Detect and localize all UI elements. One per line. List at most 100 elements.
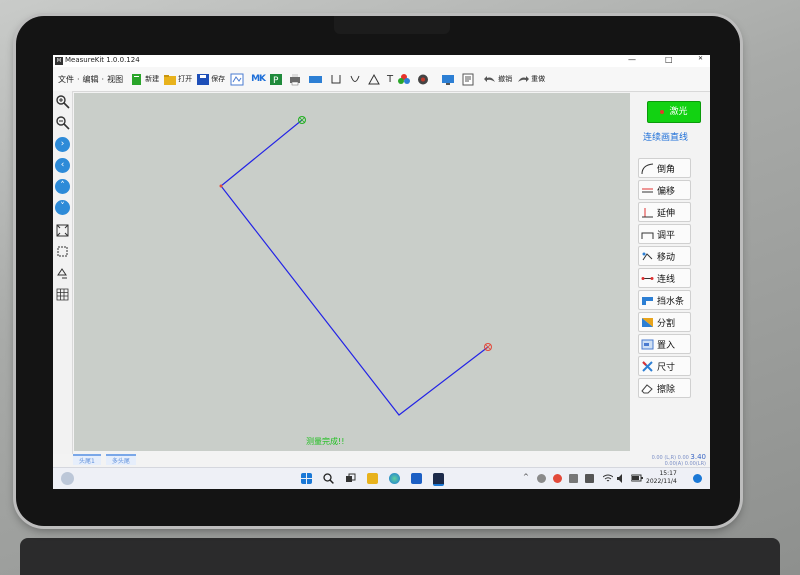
menu-view[interactable]: 视图	[104, 74, 126, 85]
clock-time: 15:17	[659, 470, 677, 477]
color-tool-button[interactable]	[398, 73, 412, 86]
screen-button[interactable]	[441, 73, 457, 86]
task-view-icon[interactable]	[345, 473, 356, 484]
notepad-icon	[462, 73, 474, 85]
text-tool-button[interactable]: T	[387, 74, 393, 85]
undo-arrow-icon	[484, 75, 496, 82]
camera-icon	[418, 74, 429, 84]
battery-icon[interactable]	[631, 474, 643, 482]
drawing-mode-label: 连续画直线	[643, 133, 689, 143]
start-point-marker	[298, 116, 306, 124]
tool-level-label: 调平	[657, 230, 676, 241]
maximize-button[interactable]: □	[665, 55, 673, 64]
tool-connect-label: 连线	[657, 274, 676, 285]
tool-extend-button[interactable]: 延伸	[638, 202, 691, 222]
tool-split-button[interactable]: 分割	[638, 312, 691, 332]
svg-file-icon	[230, 73, 244, 85]
undo-label: 撤销	[498, 75, 513, 83]
file-explorer-icon[interactable]	[367, 473, 378, 484]
zoom-out-button[interactable]	[55, 115, 70, 130]
arc-tool-button[interactable]	[349, 73, 363, 86]
volume-icon[interactable]	[617, 474, 627, 483]
tray-overflow-arrow[interactable]: ^	[523, 473, 529, 481]
tool-dimension-button[interactable]: 尺寸	[638, 356, 691, 376]
tray-app-icon[interactable]	[553, 474, 562, 483]
tool-level-button[interactable]: 调平	[638, 224, 691, 244]
os-taskbar: ^ 15:17 2022/11/4	[53, 467, 710, 489]
widgets-icon[interactable]	[61, 472, 74, 485]
window-title: MeasureKit 1.0.0.124	[65, 56, 140, 64]
chamfer-icon	[641, 163, 654, 174]
open-button[interactable]: 打开	[164, 73, 192, 86]
tool-chamfer-button[interactable]: 倒角	[638, 158, 691, 178]
triangle-icon	[368, 73, 380, 84]
store-icon[interactable]	[411, 473, 422, 484]
keyboard-icon[interactable]	[569, 474, 578, 483]
select-region-button[interactable]	[55, 244, 70, 259]
status-tab-head-tail[interactable]: 头尾1	[73, 454, 101, 465]
monitor-icon	[442, 74, 455, 85]
wifi-icon[interactable]	[603, 474, 613, 483]
menu-edit[interactable]: 编辑	[80, 74, 102, 85]
water-bar-icon	[642, 296, 653, 305]
print-button[interactable]	[289, 73, 303, 86]
save-button[interactable]: 保存	[197, 73, 225, 86]
pan-left-button[interactable]: ‹	[55, 158, 70, 173]
tool-water-bar-label: 挡水条	[657, 296, 685, 307]
project-button[interactable]: P	[270, 73, 284, 86]
notification-icon[interactable]	[693, 474, 702, 483]
start-button[interactable]	[301, 473, 312, 484]
tool-move-button[interactable]: 移动	[638, 246, 691, 266]
rectangle-icon	[309, 75, 323, 83]
printer-icon	[290, 73, 301, 85]
zoom-in-button[interactable]	[55, 94, 70, 109]
tool-insert-button[interactable]: 置入	[638, 334, 691, 354]
measurekit-taskbar-icon[interactable]	[433, 473, 444, 486]
edge-browser-icon[interactable]	[389, 473, 400, 484]
u-shape-icon	[331, 74, 341, 83]
zoom-in-icon	[56, 95, 70, 109]
fit-view-button[interactable]	[55, 223, 70, 238]
folder-icon	[164, 74, 177, 85]
notes-button[interactable]	[462, 73, 476, 86]
zoom-out-icon	[56, 116, 70, 130]
close-button[interactable]: ✕	[698, 55, 703, 62]
pan-down-button[interactable]: ˅	[55, 200, 70, 215]
grid-toggle-button[interactable]	[55, 287, 70, 302]
svg-export-button[interactable]	[230, 73, 246, 86]
laser-dot-icon	[660, 109, 665, 114]
connect-icon	[641, 276, 654, 280]
measurement-drawing	[219, 116, 492, 416]
pan-right-button[interactable]: ›	[55, 137, 70, 152]
menu-toolbar: 文件 · 编辑 · 视图 新建 打开 保存 MK P T 撤销 重做	[53, 67, 710, 92]
pan-up-button[interactable]: ˄	[55, 179, 70, 194]
rotate-button[interactable]	[55, 266, 70, 281]
search-icon[interactable]	[323, 473, 334, 484]
right-tool-panel: 激光 连续画直线 倒角 偏移 延伸 调平 移动 连线 挡水条 分割 置入 尺寸 …	[633, 93, 710, 455]
status-tab-multi-head-tail[interactable]: 多头尾	[105, 454, 136, 465]
tool-insert-label: 置入	[657, 340, 676, 351]
redo-button[interactable]: 重做	[517, 73, 545, 86]
rectangle-tool-button[interactable]	[308, 73, 325, 86]
mk-button[interactable]: MK	[251, 74, 266, 84]
app-screen: M MeasureKit 1.0.0.124 — □ ✕ 文件 · 编辑 · 视图 …	[53, 55, 710, 489]
undo-button[interactable]: 撤销	[484, 73, 512, 86]
onedrive-icon[interactable]	[537, 474, 546, 483]
triangle-tool-button[interactable]	[368, 73, 382, 86]
u-shape-tool-button[interactable]	[330, 73, 344, 86]
menu-file[interactable]: 文件	[55, 74, 77, 85]
camera-button[interactable]	[417, 73, 431, 86]
tool-water-bar-button[interactable]: 挡水条	[638, 290, 691, 310]
tool-offset-button[interactable]: 偏移	[638, 180, 691, 200]
new-button[interactable]: 新建	[131, 73, 159, 86]
tool-connect-button[interactable]: 连线	[638, 268, 691, 288]
display-icon[interactable]	[585, 474, 594, 483]
tool-eraser-button[interactable]: 擦除	[638, 378, 691, 398]
svg-text:P: P	[273, 76, 279, 86]
drawing-canvas[interactable]	[74, 93, 630, 451]
system-clock[interactable]: 15:17 2022/11/4	[646, 470, 677, 486]
camera-bump	[334, 16, 450, 34]
minimize-button[interactable]: —	[628, 55, 636, 64]
laser-button[interactable]: 激光	[647, 101, 701, 123]
text-tool-label: T	[387, 73, 394, 85]
